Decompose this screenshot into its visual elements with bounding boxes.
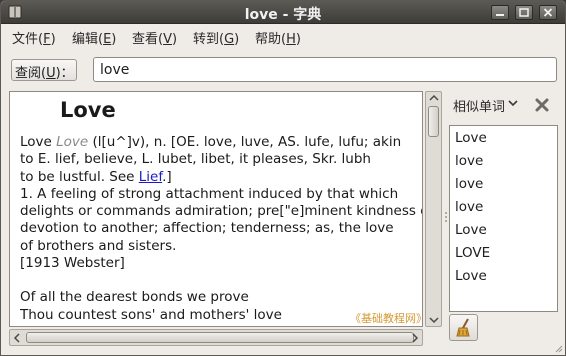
clear-button[interactable] <box>449 314 478 341</box>
definition-line: to E. lief, believe, L. lubet, libet, it… <box>20 151 371 168</box>
maximize-icon <box>519 8 529 17</box>
minimize-icon <box>496 14 504 16</box>
list-item[interactable]: love <box>455 176 483 192</box>
menu-help[interactable]: 帮助(H) <box>255 28 301 47</box>
definition-line: delights or commands admiration; pre["e]… <box>20 203 423 220</box>
vertical-scrollbar[interactable] <box>425 91 442 327</box>
close-window-button[interactable] <box>539 5 557 20</box>
close-icon <box>543 8 553 17</box>
vertical-scroll-thumb[interactable] <box>428 106 439 137</box>
list-item[interactable]: Love <box>455 222 487 238</box>
scroll-up-arrow-icon[interactable] <box>429 94 439 102</box>
menu-bar: 文件(F) 编辑(E) 查看(V) 转到(G) 帮助(H) <box>1 24 565 47</box>
definition-line: Love Love (l[u^]v), n. [OE. love, luve, … <box>20 134 402 150</box>
menu-edit[interactable]: 编辑(E) <box>72 28 116 47</box>
minimize-button[interactable] <box>491 5 509 20</box>
close-panel-icon[interactable] <box>533 96 551 114</box>
list-item[interactable]: Love <box>455 130 487 146</box>
definition-line: to be lustful. See Lief.] <box>20 168 172 185</box>
definition-pane[interactable]: Love Love Love (l[u^]v), n. [OE. love, l… <box>9 91 423 327</box>
broom-icon <box>456 318 470 337</box>
similar-words-dropdown[interactable]: 相似单词 <box>453 96 505 115</box>
menu-view[interactable]: 查看(V) <box>132 28 177 47</box>
horizontal-scrollbar[interactable] <box>9 329 423 346</box>
scroll-down-arrow-icon[interactable] <box>429 316 439 324</box>
definition-line: devotion to another; affection; tenderne… <box>20 220 394 237</box>
horizontal-scroll-thumb[interactable] <box>26 332 414 343</box>
chevron-down-icon[interactable] <box>508 99 518 107</box>
definition-line: 1. A feeling of strong attachment induce… <box>20 185 399 202</box>
definition-text: Love Love Love (l[u^]v), n. [OE. love, l… <box>20 96 423 324</box>
search-input[interactable] <box>93 57 557 82</box>
dictionary-window: love - 字典 文件(F) 编辑(E) 查看(V) 转到(G) 帮助(H) … <box>0 0 566 356</box>
definition-line: [1913 Webster] <box>20 255 125 272</box>
window-title: love - 字典 <box>244 7 322 23</box>
list-item[interactable]: Love <box>455 268 487 284</box>
menu-file[interactable]: 文件(F) <box>12 28 56 47</box>
definition-line: of brothers and sisters. <box>20 237 177 254</box>
maximize-button[interactable] <box>515 5 533 20</box>
menu-goto[interactable]: 转到(G) <box>193 28 239 47</box>
scroll-right-arrow-icon[interactable] <box>411 333 419 343</box>
pane-resize-grip-icon[interactable] <box>444 211 448 225</box>
similar-words-list[interactable]: Love love love love Love LOVE Love <box>449 125 558 312</box>
list-item[interactable]: love <box>455 153 483 169</box>
headword: Love <box>60 98 116 122</box>
list-item[interactable]: love <box>455 199 483 215</box>
list-item[interactable]: LOVE <box>455 245 490 261</box>
window-resize-grip-icon[interactable] <box>553 343 563 353</box>
lief-link[interactable]: Lief <box>139 169 162 185</box>
definition-spacer <box>20 272 422 289</box>
watermark-text: 《基础教程网》 <box>350 312 423 325</box>
title-bar[interactable]: love - 字典 <box>1 1 565 24</box>
lookup-button[interactable]: 查阅(U)： <box>11 59 77 81</box>
scroll-left-arrow-icon[interactable] <box>13 333 21 343</box>
definition-line: Of all the dearest bonds we prove <box>20 289 249 306</box>
